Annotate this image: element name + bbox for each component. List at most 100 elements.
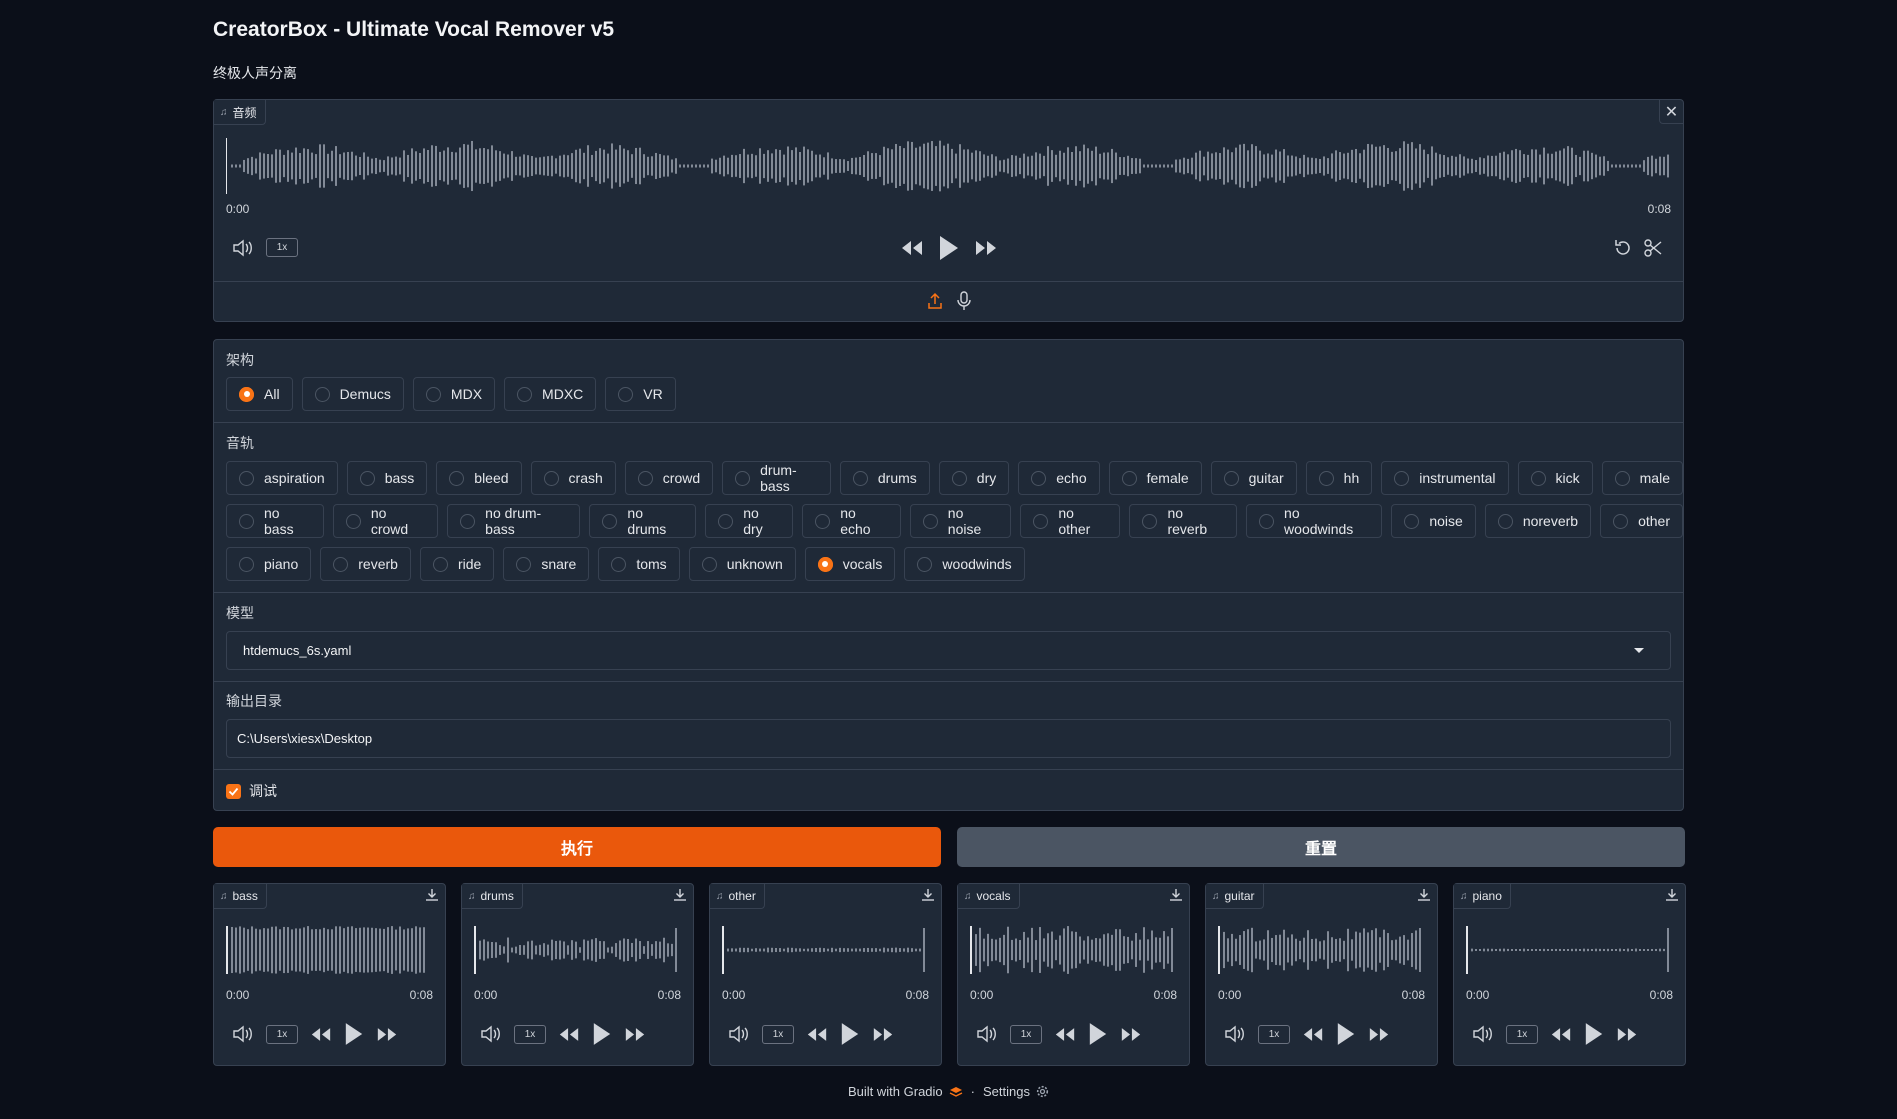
play-icon[interactable] — [344, 1021, 364, 1047]
radio-indicator[interactable] — [718, 513, 734, 529]
track-option-guitar[interactable]: guitar — [1210, 461, 1297, 495]
radio-indicator[interactable] — [425, 386, 441, 402]
radio-indicator[interactable] — [637, 470, 653, 486]
radio-indicator[interactable] — [1031, 470, 1047, 486]
playback-rate-button[interactable]: 1x — [266, 238, 298, 257]
radio-indicator[interactable] — [817, 556, 833, 572]
reset-button[interactable]: 重置 — [957, 827, 1685, 867]
download-icon[interactable] — [425, 888, 439, 902]
radio-indicator[interactable] — [1033, 513, 1049, 529]
playback-rate-button[interactable]: 1x — [762, 1024, 794, 1044]
clear-audio-button[interactable]: ✕ — [1659, 100, 1683, 124]
radio-indicator[interactable] — [449, 470, 465, 486]
play-icon[interactable] — [938, 234, 960, 262]
stem-waveform[interactable] — [474, 922, 679, 978]
rewind-icon[interactable] — [310, 1026, 332, 1043]
track-option-no-dry[interactable]: no dry — [705, 504, 794, 538]
stem-waveform[interactable] — [1218, 922, 1423, 978]
microphone-icon[interactable] — [957, 291, 971, 311]
track-option-toms[interactable]: toms — [598, 547, 680, 581]
track-option-female[interactable]: female — [1108, 461, 1202, 495]
settings-link[interactable]: Settings — [983, 1084, 1049, 1099]
track-option-no-drums[interactable]: no drums — [589, 504, 697, 538]
architecture-option-vr[interactable]: VR — [605, 377, 676, 411]
fast-forward-icon[interactable] — [872, 1026, 894, 1043]
debug-checkbox-row[interactable]: 调试 — [226, 781, 277, 801]
fast-forward-icon[interactable] — [1120, 1026, 1142, 1043]
rewind-icon[interactable] — [1302, 1026, 1324, 1043]
track-option-drums[interactable]: drums — [839, 461, 930, 495]
fast-forward-icon[interactable] — [1368, 1026, 1390, 1043]
stem-waveform[interactable] — [1466, 922, 1671, 978]
radio-indicator[interactable] — [345, 513, 361, 529]
track-option-noise[interactable]: noise — [1391, 504, 1476, 538]
volume-icon[interactable] — [1472, 1025, 1494, 1043]
volume-icon[interactable] — [232, 239, 254, 257]
track-option-other[interactable]: other — [1600, 504, 1683, 538]
radio-indicator[interactable] — [602, 513, 618, 529]
radio-indicator[interactable] — [239, 556, 254, 572]
track-option-hh[interactable]: hh — [1305, 461, 1373, 495]
track-option-no-echo[interactable]: no echo — [802, 504, 901, 538]
radio-indicator[interactable] — [333, 556, 349, 572]
rewind-icon[interactable] — [806, 1026, 828, 1043]
fast-forward-icon[interactable] — [974, 239, 998, 257]
rewind-icon[interactable] — [1550, 1026, 1572, 1043]
track-option-no-crowd[interactable]: no crowd — [332, 504, 439, 538]
radio-indicator[interactable] — [1142, 513, 1158, 529]
radio-indicator[interactable] — [239, 386, 254, 402]
radio-indicator[interactable] — [1497, 513, 1513, 529]
radio-indicator[interactable] — [922, 513, 938, 529]
radio-indicator[interactable] — [815, 513, 831, 529]
fast-forward-icon[interactable] — [376, 1026, 398, 1043]
track-option-dry[interactable]: dry — [938, 461, 1010, 495]
track-option-no-reverb[interactable]: no reverb — [1129, 504, 1238, 538]
radio-indicator[interactable] — [1394, 470, 1410, 486]
radio-indicator[interactable] — [314, 386, 330, 402]
upload-icon[interactable] — [927, 292, 943, 310]
playback-rate-button[interactable]: 1x — [1258, 1024, 1290, 1044]
track-option-no-noise[interactable]: no noise — [909, 504, 1012, 538]
track-option-kick[interactable]: kick — [1517, 461, 1593, 495]
track-option-male[interactable]: male — [1601, 461, 1683, 495]
track-option-echo[interactable]: echo — [1018, 461, 1100, 495]
radio-indicator[interactable] — [359, 470, 375, 486]
radio-indicator[interactable] — [239, 470, 254, 486]
radio-indicator[interactable] — [516, 556, 532, 572]
stem-waveform[interactable] — [970, 922, 1175, 978]
radio-indicator[interactable] — [1223, 470, 1239, 486]
radio-indicator[interactable] — [852, 470, 868, 486]
architecture-option-all[interactable]: All — [226, 377, 293, 411]
download-icon[interactable] — [921, 888, 935, 902]
play-icon[interactable] — [592, 1021, 612, 1047]
volume-icon[interactable] — [480, 1025, 502, 1043]
track-option-ride[interactable]: ride — [419, 547, 495, 581]
track-option-drum-bass[interactable]: drum-bass — [722, 461, 831, 495]
radio-indicator[interactable] — [1121, 470, 1137, 486]
track-option-bleed[interactable]: bleed — [436, 461, 522, 495]
radio-indicator[interactable] — [1259, 513, 1275, 529]
volume-icon[interactable] — [1224, 1025, 1246, 1043]
radio-indicator[interactable] — [611, 556, 627, 572]
volume-icon[interactable] — [232, 1025, 254, 1043]
playback-rate-button[interactable]: 1x — [266, 1024, 298, 1044]
playback-rate-button[interactable]: 1x — [514, 1024, 546, 1044]
track-option-aspiration[interactable]: aspiration — [226, 461, 338, 495]
radio-indicator[interactable] — [543, 470, 559, 486]
stem-waveform[interactable] — [722, 922, 927, 978]
volume-icon[interactable] — [976, 1025, 998, 1043]
track-option-crowd[interactable]: crowd — [624, 461, 714, 495]
radio-indicator[interactable] — [701, 556, 717, 572]
undo-icon[interactable] — [1613, 238, 1633, 258]
architecture-option-mdxc[interactable]: MDXC — [504, 377, 597, 411]
download-icon[interactable] — [1665, 888, 1679, 902]
architecture-option-demucs[interactable]: Demucs — [301, 377, 404, 411]
playback-rate-button[interactable]: 1x — [1010, 1024, 1042, 1044]
built-with-gradio-link[interactable]: Built with Gradio — [848, 1084, 963, 1099]
radio-indicator[interactable] — [951, 470, 967, 486]
radio-indicator[interactable] — [1614, 470, 1630, 486]
architecture-option-mdx[interactable]: MDX — [412, 377, 496, 411]
rewind-icon[interactable] — [558, 1026, 580, 1043]
download-icon[interactable] — [673, 888, 687, 902]
radio-indicator[interactable] — [1318, 470, 1334, 486]
